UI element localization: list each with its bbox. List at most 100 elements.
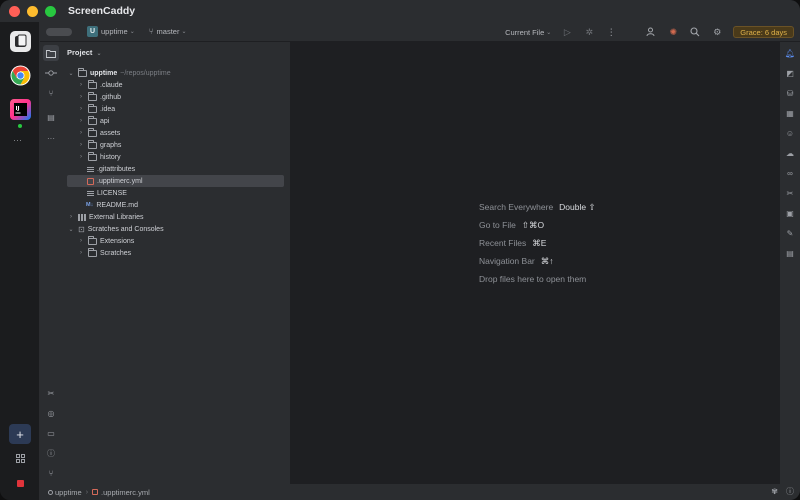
structure-icon[interactable]: ▤ — [45, 111, 57, 123]
tree-item-idea[interactable]: › .idea — [67, 103, 284, 115]
project-tool-icon[interactable] — [43, 45, 59, 61]
hint-shortcut: ⌘E — [532, 237, 547, 248]
close-window-button[interactable] — [9, 5, 20, 17]
project-panel-title: Project — [67, 48, 93, 57]
hint-shortcut: ⇧⌘O — [521, 219, 545, 230]
info-icon[interactable]: ⓘ — [786, 486, 794, 497]
tree-item-extensions[interactable]: › Extensions — [67, 235, 284, 247]
run-icon[interactable]: ▷ — [561, 26, 573, 38]
tree-label: .github — [100, 93, 122, 101]
preview-icon[interactable]: ▤ — [784, 247, 796, 259]
link-icon[interactable]: ∞ — [784, 167, 796, 179]
ai-status-icon[interactable]: ✾ — [771, 487, 778, 496]
tree-label: External Libraries — [89, 213, 144, 221]
commit-icon[interactable] — [45, 67, 57, 79]
app-title: ScreenCaddy — [68, 5, 136, 17]
tree-item-history[interactable]: › history — [67, 151, 284, 163]
problems-icon[interactable]: ⓘ — [45, 447, 57, 459]
minimize-window-button[interactable] — [27, 5, 38, 17]
chevron-right-icon[interactable]: › — [77, 154, 85, 160]
chevron-right-icon[interactable]: › — [77, 106, 85, 112]
search-icon[interactable] — [689, 26, 701, 38]
hint-label: Search Everywhere — [479, 202, 554, 212]
tree-item-graphs[interactable]: › graphs — [67, 139, 284, 151]
copilot-icon[interactable]: ☺ — [784, 127, 796, 139]
ai-assistant-icon[interactable]: ✺ — [667, 26, 679, 38]
terminal-icon[interactable]: ▭ — [45, 427, 57, 439]
tree-item-scratches[interactable]: › Scratches — [67, 247, 284, 259]
chevron-right-icon[interactable]: › — [77, 94, 85, 100]
tree-item-external-libraries[interactable]: › External Libraries — [67, 211, 284, 223]
chevron-down-icon[interactable]: ⌄ — [67, 70, 75, 77]
folder-icon — [88, 115, 97, 125]
chrome-icon[interactable] — [10, 65, 31, 86]
tree-item-readme[interactable]: M↓ README.md — [67, 199, 284, 211]
git-icon[interactable]: ⑂ — [45, 467, 57, 479]
database-icon[interactable]: ⛁ — [784, 87, 796, 99]
more-icon[interactable]: ⋮ — [605, 26, 617, 38]
main-menu-toggle[interactable] — [46, 27, 72, 36]
breadcrumb-project[interactable]: upptime — [55, 488, 82, 497]
pull-requests-icon[interactable]: ⑂ — [45, 87, 57, 99]
tree-item-assets[interactable]: › assets — [67, 127, 284, 139]
build-tools-icon[interactable]: ✂ — [45, 387, 57, 399]
tree-label: .gitattributes — [97, 165, 136, 173]
chevron-right-icon[interactable]: › — [67, 214, 75, 220]
cloud-icon[interactable]: ☁ — [784, 147, 796, 159]
more-apps-icon[interactable]: ··· — [13, 135, 22, 145]
tree-item-scratches-and-consoles[interactable]: ⌄ ⊡ Scratches and Consoles — [67, 223, 284, 235]
tree-item-upptimerc[interactable]: .upptimerc.yml — [67, 175, 284, 187]
right-tool-strip: 🔔︎ ◩ ⛁ ▦ ☺ ☁ ∞ ✂ ▣ ✎ ▤ — [780, 42, 800, 484]
chevron-right-icon[interactable]: › — [77, 238, 85, 244]
pencil-icon[interactable]: ✎ — [784, 227, 796, 239]
chevron-right-icon[interactable]: › — [77, 82, 85, 88]
chevron-right-icon[interactable]: › — [77, 142, 85, 148]
chevron-right-icon[interactable]: › — [77, 118, 85, 124]
run-tool-icon[interactable]: ◎ — [45, 407, 57, 419]
run-config-selector[interactable]: Current File — [505, 28, 544, 37]
tree-root-upptime[interactable]: ⌄ upptime ~/repos/upptime — [67, 67, 284, 79]
tree-item-license[interactable]: LICENSE — [67, 187, 284, 199]
tree-path-hint: ~/repos/upptime — [120, 69, 171, 77]
project-selector[interactable]: upptime — [101, 27, 128, 36]
chevron-down-icon[interactable]: ⌄ — [67, 226, 75, 233]
markdown-preview-icon[interactable]: ▦ — [784, 107, 796, 119]
stop-recording-icon[interactable] — [16, 480, 24, 487]
intellij-icon[interactable]: IJ — [10, 99, 31, 120]
tree-label: README.md — [96, 201, 138, 209]
grace-badge[interactable]: Grace: 6 days — [733, 26, 794, 38]
hint-shortcut: ⌘↑ — [540, 255, 554, 266]
ai-chat-icon[interactable]: ◩ — [784, 67, 796, 79]
add-app-button[interactable]: + — [9, 424, 31, 444]
ide-toolbar: U upptime ⌄ ⑂ master ⌄ Current File ⌄ ▷ … — [40, 22, 800, 42]
tools-icon[interactable]: ✂ — [784, 187, 796, 199]
tree-item-api[interactable]: › api — [67, 115, 284, 127]
hint-label: Go to File — [479, 220, 516, 230]
text-file-icon — [87, 190, 94, 196]
screencaddy-app-icon[interactable] — [10, 31, 31, 52]
tree-item-claude[interactable]: › .claude — [67, 79, 284, 91]
grid-icon[interactable] — [15, 454, 25, 463]
add-user-icon[interactable] — [645, 26, 657, 38]
hint-navigation-bar: Navigation Bar ⌘↑ — [479, 252, 596, 270]
notifications-icon[interactable]: 🔔︎ — [784, 47, 796, 59]
settings-icon[interactable]: ⚙ — [711, 26, 723, 38]
status-bar-right: ✾ ⓘ — [771, 486, 794, 497]
chevron-right-icon[interactable]: › — [77, 250, 85, 256]
zoom-window-button[interactable] — [45, 5, 56, 17]
chevron-down-icon: ⌄ — [546, 29, 552, 36]
folder-icon — [88, 235, 97, 245]
chevron-right-icon[interactable]: › — [77, 130, 85, 136]
image-icon[interactable]: ▣ — [784, 207, 796, 219]
tree-item-gitattributes[interactable]: .gitattributes — [67, 163, 284, 175]
project-panel-header[interactable]: Project ⌄ — [67, 48, 102, 57]
window-controls — [9, 5, 56, 17]
debug-icon[interactable]: ✲ — [583, 26, 595, 38]
editor-area[interactable]: Search Everywhere Double ⇧ Go to File ⇧⌘… — [292, 42, 780, 484]
breadcrumb-file[interactable]: .upptimerc.yml — [101, 488, 150, 497]
folder-icon — [88, 103, 97, 113]
tree-label: LICENSE — [97, 189, 127, 197]
branch-selector[interactable]: master — [157, 27, 180, 36]
more-tools-icon[interactable]: ··· — [45, 132, 57, 144]
tree-item-github[interactable]: › .github — [67, 91, 284, 103]
